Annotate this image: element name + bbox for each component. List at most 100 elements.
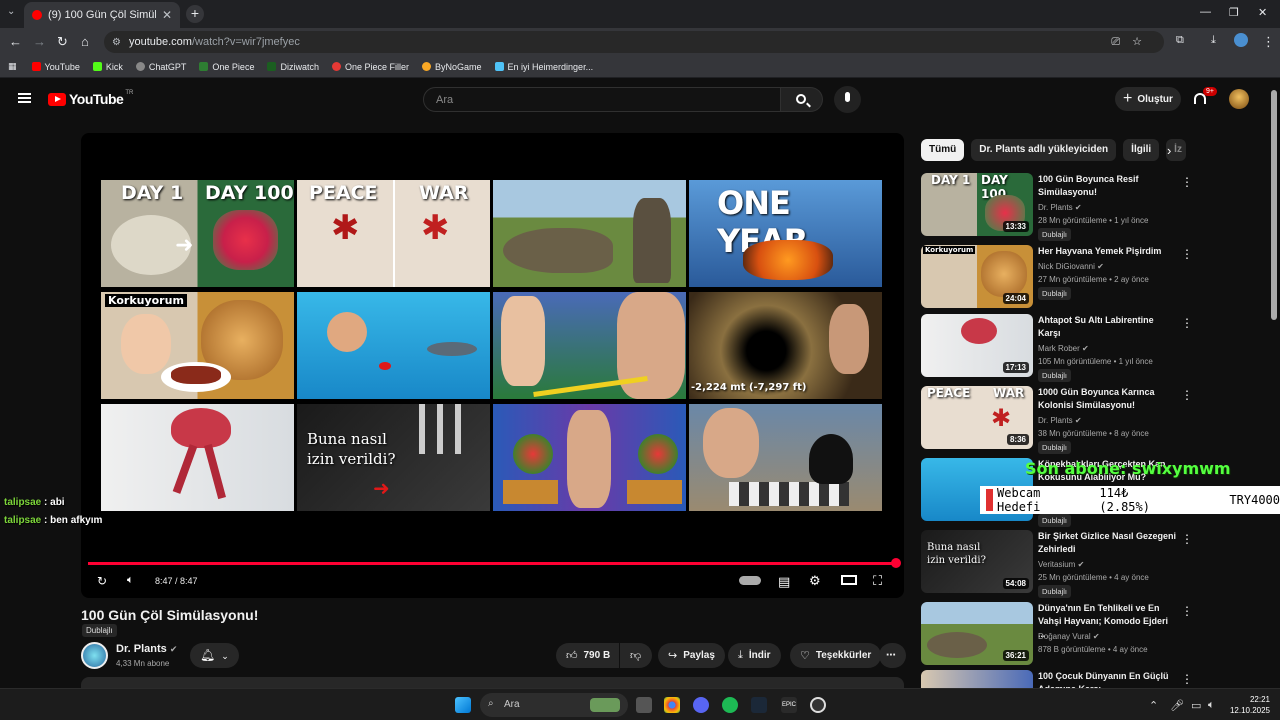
- endscreen-video-watermelon[interactable]: [493, 404, 686, 511]
- recommended-video[interactable]: Buna nasıl izin verildi? 54:08 Bir Şirke…: [921, 530, 1201, 598]
- back-icon[interactable]: ←: [9, 34, 22, 49]
- browser-menu-icon[interactable]: ⋮: [1262, 34, 1275, 50]
- profile-avatar[interactable]: [1234, 33, 1248, 47]
- progress-bar[interactable]: [88, 558, 901, 568]
- download-button[interactable]: ⤓ İndir: [728, 643, 781, 668]
- search-input[interactable]: Ara: [423, 87, 781, 112]
- more-vertical-icon[interactable]: ⋮: [1181, 175, 1193, 189]
- address-bar[interactable]: ⚙ youtube.com/watch?v=wir7jmefyec ⎚☆: [104, 31, 1164, 53]
- bookmark-diziwatch[interactable]: Diziwatch: [267, 62, 319, 72]
- endscreen-video-chess-crow[interactable]: [689, 404, 882, 511]
- video-thumbnail[interactable]: 17:13: [921, 314, 1033, 377]
- apps-grid-icon[interactable]: ▦: [8, 61, 17, 72]
- more-vertical-icon[interactable]: ⋮: [1181, 388, 1193, 402]
- fullscreen-icon[interactable]: ⛶: [873, 573, 882, 589]
- more-vertical-icon[interactable]: ⋮: [1181, 604, 1193, 618]
- chrome-icon[interactable]: [664, 697, 680, 713]
- more-vertical-icon[interactable]: ⋮: [1181, 672, 1193, 686]
- bookmark-one-piece[interactable]: One Piece: [199, 62, 254, 72]
- channel-name[interactable]: Doğanay Vural ✔: [1038, 632, 1100, 641]
- tray-volume-icon[interactable]: 🔈︎: [1208, 699, 1215, 712]
- search-button[interactable]: [781, 87, 823, 112]
- close-window-icon[interactable]: ✕: [1258, 6, 1267, 19]
- recommended-video[interactable]: PEACE WAR ✱ 8:36 1000 Gün Boyunca Karınc…: [921, 386, 1201, 454]
- endscreen-video-shark[interactable]: [297, 292, 490, 399]
- recommended-video[interactable]: 36:21 Dünya'nın En Tehlikeli ve En Vahşi…: [921, 602, 1201, 666]
- restore-icon[interactable]: ❐: [1229, 6, 1239, 19]
- video-player[interactable]: DAY 1 DAY 100 ➜ ✱ ✱ PEACE WAR ONE YEAR K…: [81, 133, 904, 598]
- dislike-button[interactable]: 👎︎: [620, 643, 652, 668]
- video-thumbnail[interactable]: Buna nasıl izin verildi? 54:08: [921, 530, 1033, 593]
- replay-icon[interactable]: ↻: [97, 574, 107, 588]
- settings-gear-icon[interactable]: ⚙: [809, 573, 821, 589]
- channel-name[interactable]: Nick DiGiovanni ✔: [1038, 262, 1104, 271]
- new-tab-button[interactable]: +: [186, 5, 204, 23]
- video-thumbnail[interactable]: [921, 670, 1033, 688]
- recommended-video[interactable]: 17:13 Ahtapot Su Altı Labirentine Karşı …: [921, 314, 1201, 382]
- taskbar-clock[interactable]: 22:21 12.10.2025: [1226, 694, 1270, 716]
- channel-name[interactable]: Dr. Plants ✔: [1038, 203, 1082, 212]
- endscreen-video-reef[interactable]: DAY 1 DAY 100 ➜: [101, 180, 294, 287]
- bookmark-heimerdinger[interactable]: En iyi Heimerdinger...: [494, 62, 593, 72]
- more-vertical-icon[interactable]: ⋮: [1181, 316, 1193, 330]
- create-button[interactable]: + Oluştur: [1115, 87, 1181, 111]
- channel-name[interactable]: Dr. Plants ✔: [1038, 416, 1082, 425]
- endscreen-video-tug[interactable]: [493, 292, 686, 399]
- chevron-right-icon[interactable]: ›: [1167, 143, 1171, 158]
- endscreen-video-ants[interactable]: ✱ ✱ PEACE WAR: [297, 180, 490, 287]
- video-title[interactable]: 100 Çocuk Dünyanın En Güçlü Adamına Karş…: [1038, 670, 1178, 688]
- video-title[interactable]: Bir Şirket Gizlice Nasıl Gezegeni Zehirl…: [1038, 530, 1178, 556]
- bookmark-youtube[interactable]: YouTube: [31, 62, 80, 72]
- steam-icon[interactable]: [751, 697, 767, 713]
- reload-icon[interactable]: ↻: [57, 34, 68, 50]
- like-button[interactable]: 👍︎ 790 B: [556, 643, 619, 668]
- taskbar-search[interactable]: ⌕ Ara: [480, 693, 628, 717]
- endscreen-video-octopus[interactable]: [101, 404, 294, 511]
- spotify-icon[interactable]: [722, 697, 738, 713]
- bookmark-star-icon[interactable]: ☆: [1132, 36, 1154, 48]
- tray-network-icon[interactable]: ▭: [1191, 699, 1201, 712]
- video-title[interactable]: Ahtapot Su Altı Labirentine Karşı: [1038, 314, 1178, 340]
- endscreen-video-one-year[interactable]: ONE YEAR: [689, 180, 882, 287]
- chip-all[interactable]: Tümü: [921, 139, 965, 161]
- forward-icon[interactable]: →: [33, 34, 46, 49]
- thanks-button[interactable]: ♡ Teşekkürler: [790, 643, 882, 668]
- recommended-video[interactable]: Korkuyorum 24:04 Her Hayvana Yemek Pişir…: [921, 245, 1201, 309]
- channel-name[interactable]: Veritasium ✔: [1038, 560, 1084, 569]
- endscreen-video-lion[interactable]: Korkuyorum: [101, 292, 294, 399]
- volume-icon[interactable]: 🔈︎: [127, 574, 134, 587]
- home-icon[interactable]: ⌂: [81, 34, 89, 49]
- obs-icon[interactable]: [810, 697, 826, 713]
- site-info-icon[interactable]: ⚙: [112, 37, 121, 48]
- endscreen-video-toxic[interactable]: Buna nasıl izin verildi? ➜: [297, 404, 490, 511]
- discord-icon[interactable]: [693, 697, 709, 713]
- youtube-logo[interactable]: YouTube TR: [48, 90, 133, 107]
- epic-games-icon[interactable]: EPIC: [781, 697, 797, 713]
- extensions-icon[interactable]: ⧉: [1176, 34, 1184, 47]
- menu-icon[interactable]: [18, 93, 31, 103]
- more-actions-button[interactable]: ⋯: [879, 643, 906, 668]
- voice-search-button[interactable]: [834, 86, 861, 113]
- channel-name[interactable]: Mark Rober ✔: [1038, 344, 1089, 353]
- omnibox-actions[interactable]: ⎚☆: [1111, 35, 1154, 49]
- bookmark-kick[interactable]: Kick: [92, 62, 123, 72]
- windows-start-icon[interactable]: [455, 697, 471, 713]
- notifications-button[interactable]: 9+: [1193, 87, 1217, 106]
- video-title[interactable]: 1000 Gün Boyunca Karınca Kolonisi Simüla…: [1038, 386, 1178, 412]
- video-thumbnail[interactable]: Korkuyorum 24:04: [921, 245, 1033, 308]
- tab-search-icon[interactable]: ⌄: [7, 6, 15, 17]
- endscreen-video-hole[interactable]: -2,224 mt (-7,297 ft): [689, 292, 882, 399]
- page-scrollbar[interactable]: [1271, 90, 1277, 320]
- channel-name[interactable]: Dr. Plants ✔: [116, 643, 177, 655]
- video-title[interactable]: 100 Gün Boyunca Resif Simülasyonu!: [1038, 173, 1178, 199]
- video-title[interactable]: Her Hayvana Yemek Pişirdim: [1038, 245, 1178, 258]
- chip-related[interactable]: İlgili: [1123, 139, 1160, 161]
- more-vertical-icon[interactable]: ⋮: [1181, 247, 1193, 261]
- minimize-icon[interactable]: —: [1200, 6, 1211, 18]
- video-thumbnail[interactable]: 36:21: [921, 602, 1033, 665]
- cast-icon[interactable]: ⎚: [1111, 36, 1132, 48]
- video-thumbnail[interactable]: DAY 1 DAY 100 13:33: [921, 173, 1033, 236]
- more-vertical-icon[interactable]: ⋮: [1181, 532, 1193, 546]
- download-icon[interactable]: ⤓: [1211, 34, 1216, 47]
- video-thumbnail[interactable]: PEACE WAR ✱ 8:36: [921, 386, 1033, 449]
